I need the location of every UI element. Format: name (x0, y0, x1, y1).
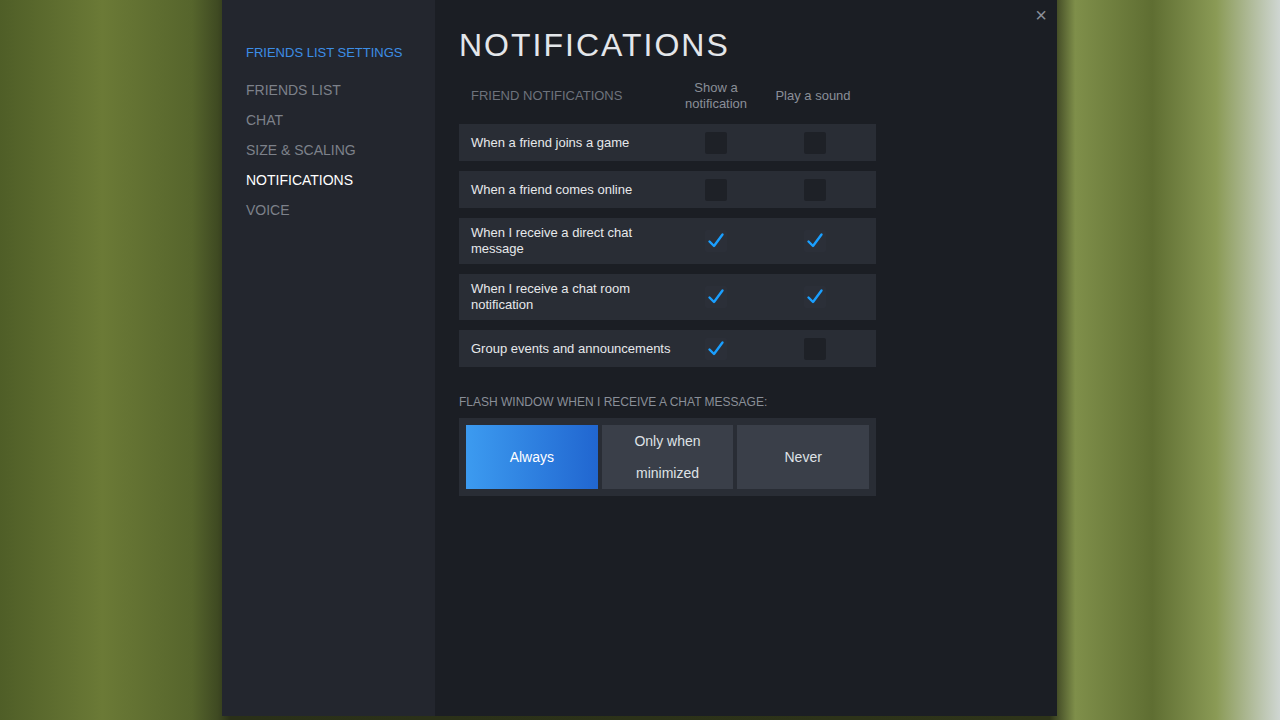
sound-cell (793, 132, 837, 154)
table-row: When a friend comes online (459, 171, 876, 208)
flash-option[interactable]: Always (466, 425, 598, 489)
check-icon (806, 232, 824, 250)
table-title: FRIEND NOTIFICATIONS (459, 86, 690, 106)
table-row: When I receive a direct chat message (459, 218, 876, 264)
checkbox[interactable] (804, 286, 826, 308)
sidebar-item[interactable]: CHAT (246, 106, 435, 136)
table-row: When a friend joins a game (459, 124, 876, 161)
sound-cell (793, 179, 837, 201)
flash-option[interactable]: Never (737, 425, 869, 489)
sidebar: FRIENDS LIST SETTINGS FRIENDS LISTCHATSIZ… (222, 0, 435, 716)
notification-cell (690, 132, 742, 154)
notification-cell (690, 230, 742, 252)
close-button[interactable]: × (1033, 3, 1049, 27)
checkbox[interactable] (804, 230, 826, 252)
checkbox[interactable] (705, 338, 727, 360)
checkbox[interactable] (705, 132, 727, 154)
sidebar-item[interactable]: NOTIFICATIONS (246, 166, 435, 196)
flash-option[interactable]: Only when minimized (602, 425, 734, 489)
row-label: When a friend joins a game (459, 135, 690, 151)
row-label: Group events and announcements (459, 341, 690, 357)
notification-cell (690, 179, 742, 201)
check-icon (806, 288, 824, 306)
sidebar-item[interactable]: SIZE & SCALING (246, 136, 435, 166)
notification-cell (690, 338, 742, 360)
flash-label: FLASH WINDOW WHEN I RECEIVE A CHAT MESSA… (459, 393, 1057, 411)
desktop: FRIENDS LIST SETTINGS FRIENDS LISTCHATSIZ… (0, 0, 1280, 720)
table-header: FRIEND NOTIFICATIONSShow a notification P… (459, 78, 876, 114)
flash-options: AlwaysOnly when minimizedNever (459, 418, 876, 496)
column-header: Show a notification (678, 80, 754, 112)
row-label: When I receive a direct chat message (459, 225, 690, 257)
sidebar-title: FRIENDS LIST SETTINGS (246, 43, 435, 63)
table-row: When I receive a chat room notification (459, 274, 876, 320)
sidebar-item[interactable]: VOICE (246, 196, 435, 226)
page-heading: NOTIFICATIONS (459, 26, 1057, 64)
notification-table: FRIEND NOTIFICATIONSShow a notification P… (459, 78, 876, 367)
notification-cell (690, 286, 742, 308)
row-label: When a friend comes online (459, 182, 690, 198)
checkbox[interactable] (804, 338, 826, 360)
column-header: Play a sound (764, 86, 862, 106)
row-label: When I receive a chat room notification (459, 281, 690, 313)
content: NOTIFICATIONS FRIEND NOTIFICATIONSShow a … (435, 0, 1057, 716)
sidebar-item[interactable]: FRIENDS LIST (246, 76, 435, 106)
check-icon (707, 288, 725, 306)
sound-cell (793, 286, 837, 308)
check-icon (707, 232, 725, 250)
checkbox[interactable] (804, 179, 826, 201)
sound-cell (793, 230, 837, 252)
checkbox[interactable] (705, 286, 727, 308)
settings-window: FRIENDS LIST SETTINGS FRIENDS LISTCHATSIZ… (222, 0, 1057, 716)
checkbox[interactable] (804, 132, 826, 154)
check-icon (707, 340, 725, 358)
checkbox[interactable] (705, 230, 727, 252)
table-row: Group events and announcements (459, 330, 876, 367)
checkbox[interactable] (705, 179, 727, 201)
sound-cell (793, 338, 837, 360)
